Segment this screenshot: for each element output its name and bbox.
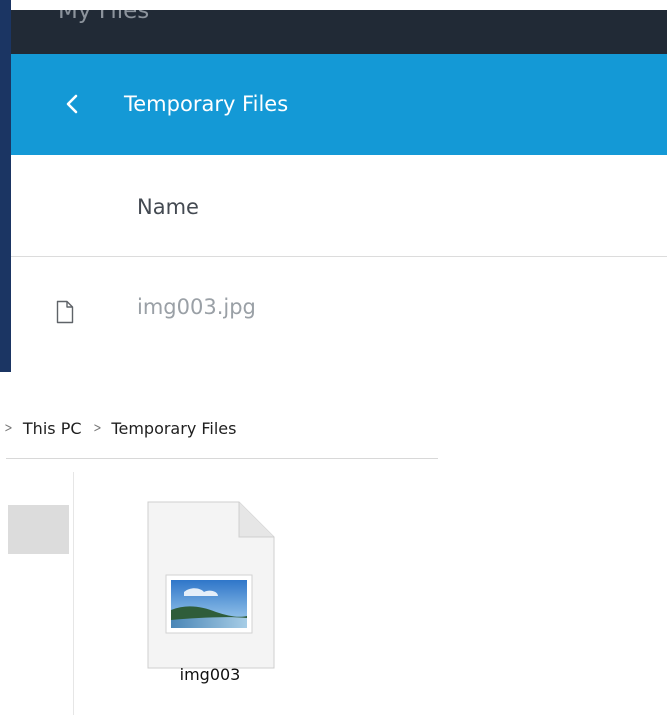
folder-bar: Temporary Files (11, 54, 667, 155)
app-side-accent-bar (0, 0, 11, 372)
breadcrumb-item-temporary-files[interactable]: Temporary Files (111, 419, 236, 438)
breadcrumb: > This PC > Temporary Files (0, 412, 440, 444)
navigation-pane-divider (73, 472, 74, 715)
column-header-name[interactable]: Name (137, 195, 199, 219)
breadcrumb-divider (6, 458, 438, 459)
file-tile[interactable]: img003 (130, 492, 290, 712)
breadcrumb-item-this-pc[interactable]: This PC (23, 419, 82, 438)
file-tile-label: img003 (179, 665, 241, 684)
explorer-panel: > This PC > Temporary Files img003 (0, 372, 667, 715)
app-title: My Files (58, 10, 150, 24)
column-header: Name (11, 155, 667, 257)
chevron-right-icon: > (4, 420, 13, 436)
navigation-pane-selected-item[interactable] (8, 505, 69, 554)
chevron-left-icon (66, 94, 78, 114)
file-list-row[interactable]: img003.jpg (11, 257, 667, 357)
app-content: My Files Temporary Files Name img003.jpg (11, 0, 667, 372)
document-icon (53, 300, 77, 324)
app-header: My Files (11, 10, 667, 54)
file-app-panel: My Files Temporary Files Name img003.jpg (0, 0, 667, 372)
back-button[interactable] (55, 87, 89, 121)
chevron-right-icon: > (92, 420, 102, 436)
image-file-icon (146, 500, 276, 670)
file-row-name: img003.jpg (137, 295, 256, 319)
folder-title: Temporary Files (124, 92, 289, 116)
